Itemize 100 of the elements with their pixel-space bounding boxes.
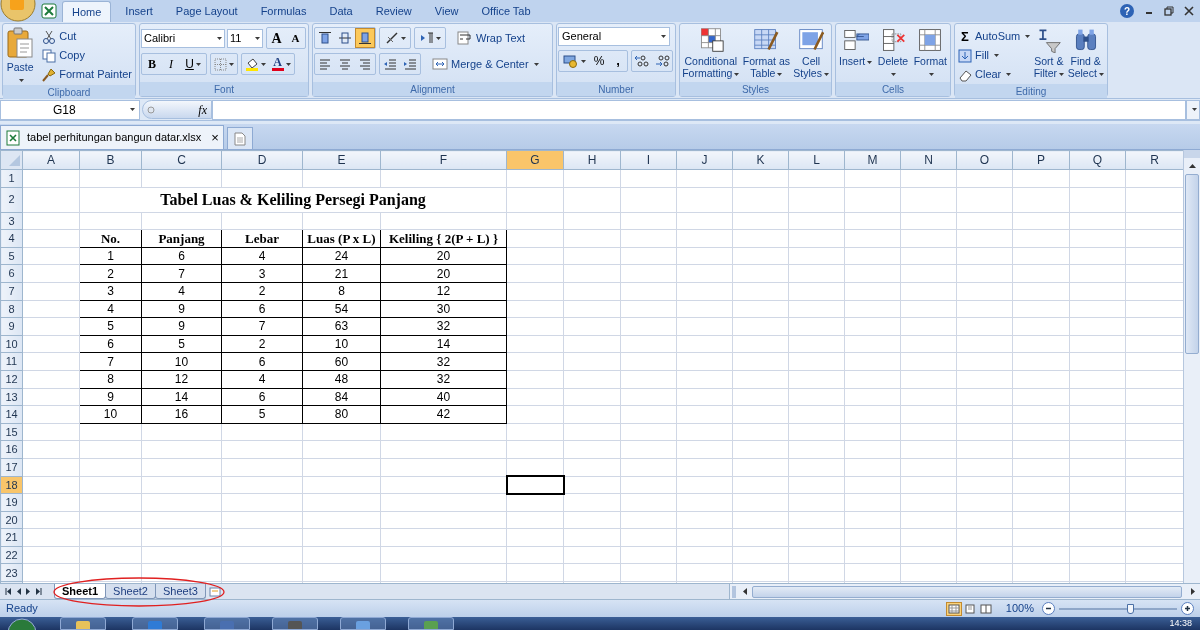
column-header[interactable]: Q bbox=[1069, 150, 1126, 170]
column-header[interactable]: L bbox=[788, 150, 845, 170]
app-icon bbox=[286, 618, 304, 629]
group-label: Editing bbox=[1015, 84, 1047, 99]
ribbon-tab[interactable]: Formulas bbox=[251, 1, 316, 22]
ribbon-tab[interactable]: Home bbox=[62, 1, 112, 22]
fill-button[interactable]: Fill bbox=[956, 46, 1033, 65]
view-button[interactable] bbox=[977, 601, 994, 616]
cells-button[interactable]: Delete bbox=[874, 27, 912, 82]
row-header[interactable]: 2 bbox=[0, 187, 23, 213]
new-tab-button[interactable] bbox=[226, 127, 253, 149]
column-header[interactable]: R bbox=[1125, 150, 1183, 170]
editing-button[interactable]: Sort & Filter bbox=[1032, 27, 1066, 84]
column-heading: Keliling { 2(P + L) } bbox=[380, 229, 507, 248]
ribbon-tab[interactable]: Review bbox=[366, 1, 421, 22]
column-header[interactable]: B bbox=[79, 150, 142, 170]
paste-button[interactable]: Paste bbox=[4, 27, 37, 85]
close-tab-button[interactable]: × bbox=[211, 127, 219, 148]
first-sheet-icon bbox=[5, 588, 11, 595]
sheet-tab[interactable]: Sheet1 bbox=[54, 584, 107, 599]
fill-down-icon bbox=[958, 48, 972, 63]
help-button[interactable]: ? bbox=[1120, 4, 1134, 18]
taskbar-button[interactable] bbox=[204, 617, 250, 630]
zoom-in-button[interactable] bbox=[1181, 602, 1194, 615]
formula-field[interactable] bbox=[212, 99, 1186, 120]
horizontal-scrollbar[interactable] bbox=[729, 584, 1200, 599]
cells-button[interactable]: Format bbox=[911, 27, 949, 82]
zoom-slider[interactable] bbox=[1059, 601, 1177, 616]
italic-button[interactable]: I bbox=[162, 54, 180, 74]
taskbar-button[interactable] bbox=[408, 617, 454, 630]
underline-button[interactable]: U bbox=[180, 54, 206, 74]
merge-center-button[interactable]: Merge & Center bbox=[430, 54, 541, 74]
styles-button[interactable]: Conditional Formatting bbox=[681, 27, 741, 82]
table-cell: 5 bbox=[141, 335, 222, 353]
view-button[interactable] bbox=[945, 601, 962, 616]
ribbon-tab[interactable]: Office Tab bbox=[472, 1, 540, 22]
taskbar-button[interactable] bbox=[340, 617, 386, 630]
clear-button[interactable]: Clear bbox=[956, 65, 1033, 84]
taskbar-button[interactable] bbox=[272, 617, 318, 630]
column-heading: No. bbox=[79, 229, 142, 248]
styles-button[interactable]: Format as Table bbox=[740, 27, 793, 82]
name-box[interactable]: G18 bbox=[0, 99, 140, 120]
editing-button[interactable]: Find & Select bbox=[1065, 27, 1106, 84]
sheet-tab[interactable]: Sheet3 bbox=[154, 584, 206, 599]
bold-button[interactable]: B bbox=[142, 54, 162, 74]
outdent-icon bbox=[383, 57, 397, 71]
column-header[interactable]: M bbox=[844, 150, 901, 170]
zoom-out-button[interactable] bbox=[1042, 602, 1055, 615]
table-cell: 6 bbox=[79, 335, 142, 353]
ribbon-tab[interactable]: Insert bbox=[116, 1, 162, 22]
ribbon-tab[interactable]: Page Layout bbox=[166, 1, 247, 22]
caret-icon bbox=[260, 62, 266, 66]
column-heading: Luas (P x L) bbox=[302, 229, 381, 248]
column-header[interactable]: J bbox=[676, 150, 733, 170]
number-format-field[interactable]: General bbox=[558, 27, 670, 46]
column-header[interactable]: G bbox=[506, 150, 564, 170]
column-header[interactable]: I bbox=[620, 150, 677, 170]
column-header[interactable]: F bbox=[380, 150, 507, 170]
caret-icon bbox=[435, 36, 441, 40]
insert-function-button[interactable]: fx bbox=[198, 100, 207, 119]
column-header[interactable]: P bbox=[1012, 150, 1070, 170]
selected-cell[interactable] bbox=[506, 476, 564, 494]
insert-sheet-button[interactable] bbox=[206, 584, 223, 599]
shrink-font-button[interactable]: A bbox=[286, 28, 305, 48]
copy-button[interactable]: Copy bbox=[40, 46, 134, 65]
column-header[interactable]: D bbox=[221, 150, 303, 170]
ribbon-tab[interactable]: Data bbox=[320, 1, 362, 22]
comma-button[interactable]: , bbox=[609, 51, 627, 71]
cancel-dot-icon bbox=[147, 105, 155, 114]
column-header[interactable]: E bbox=[302, 150, 381, 170]
column-header[interactable]: H bbox=[563, 150, 621, 170]
sheet-tab[interactable]: Sheet2 bbox=[105, 584, 156, 599]
column-header[interactable]: O bbox=[956, 150, 1013, 170]
table-cell: 32 bbox=[380, 370, 507, 389]
select-all-button[interactable] bbox=[0, 150, 23, 170]
wrap-text-button[interactable]: Wrap Text bbox=[455, 28, 528, 48]
font-name-field[interactable]: Calibri bbox=[141, 28, 225, 48]
expand-formula-button[interactable] bbox=[1186, 99, 1200, 120]
align-button[interactable] bbox=[355, 28, 375, 48]
font-size-field[interactable]: 11 bbox=[227, 28, 263, 48]
percent-button[interactable]: % bbox=[589, 51, 609, 71]
autosum-button[interactable]: Σ AutoSum bbox=[956, 27, 1033, 46]
column-header[interactable]: A bbox=[22, 150, 80, 170]
close-icon bbox=[1184, 6, 1194, 16]
taskbar-button[interactable] bbox=[60, 617, 106, 630]
column-header[interactable]: C bbox=[141, 150, 222, 170]
column-header[interactable]: N bbox=[900, 150, 957, 170]
document-tab[interactable]: tabel perhitungan bangun datar.xlsx × bbox=[0, 125, 224, 149]
slider-thumb[interactable] bbox=[1126, 603, 1134, 614]
ribbon-tab[interactable]: View bbox=[425, 1, 468, 22]
table-cell: 7 bbox=[221, 317, 303, 336]
vertical-scrollbar[interactable] bbox=[1183, 150, 1200, 583]
format-painter-button[interactable]: Format Painter bbox=[40, 65, 134, 84]
styles-button[interactable]: Cell Styles bbox=[792, 27, 830, 82]
column-header[interactable]: K bbox=[732, 150, 789, 170]
cut-button[interactable]: Cut bbox=[40, 27, 134, 46]
cells-button[interactable]: Insert bbox=[837, 27, 875, 82]
taskbar-button[interactable] bbox=[132, 617, 178, 630]
app-icon bbox=[74, 618, 92, 629]
grow-font-button[interactable]: A bbox=[267, 28, 286, 48]
